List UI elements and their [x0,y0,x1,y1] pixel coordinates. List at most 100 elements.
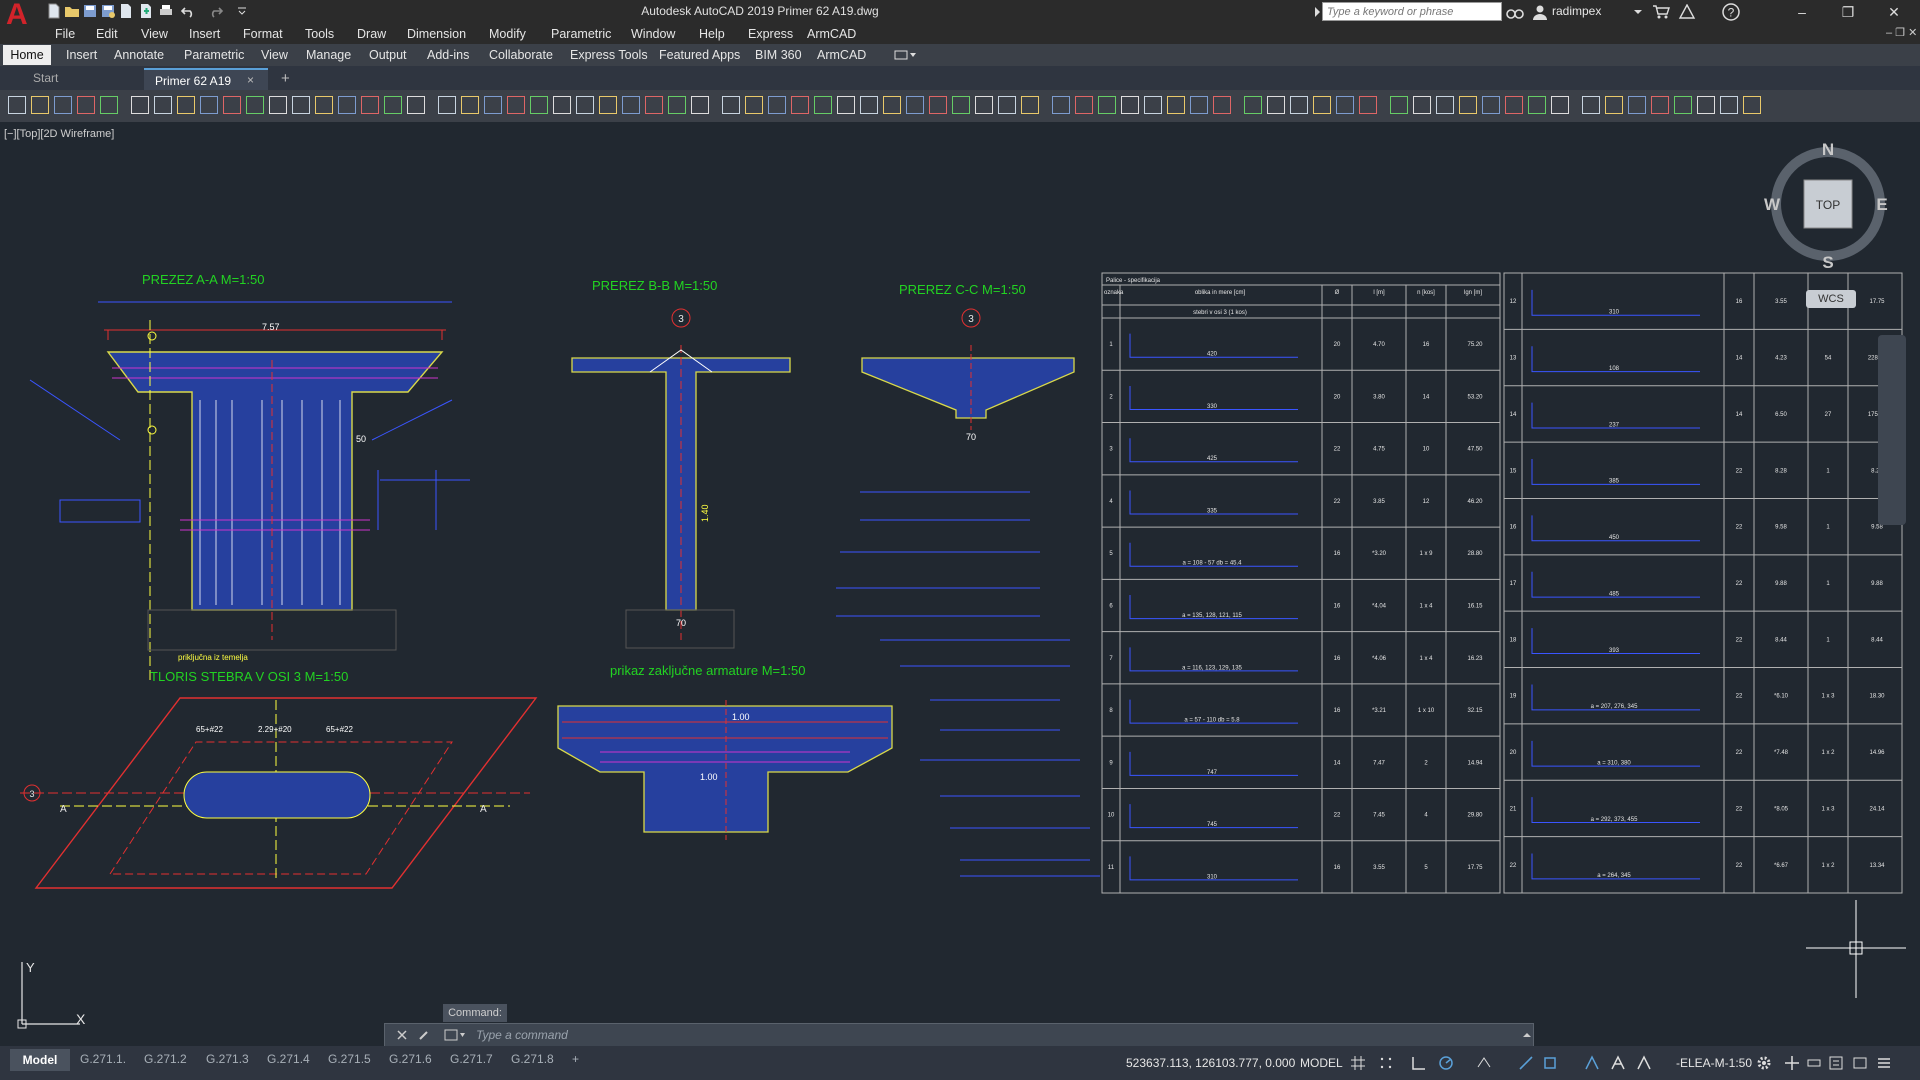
toolbar-tool-icon[interactable] [315,96,333,114]
user-icon[interactable] [1532,4,1548,20]
toolbar-tool-icon[interactable] [200,96,218,114]
toolbar-tool-icon[interactable] [1098,96,1116,114]
ribbon-minimize-icon[interactable] [894,49,918,61]
toolbar-tool-icon[interactable] [507,96,525,114]
undo-icon[interactable] [180,3,196,19]
ribbon-tab-output[interactable]: Output [369,48,407,62]
toolbar-tool-icon[interactable] [668,96,686,114]
close-command-line-icon[interactable] [396,1029,408,1041]
command-input[interactable]: Type a command [476,1028,568,1042]
toolbar-tool-icon[interactable] [1651,96,1669,114]
toolbar-tool-icon[interactable] [54,96,72,114]
toolbar-tool-icon[interactable] [407,96,425,114]
toolbar-tool-icon[interactable] [1190,96,1208,114]
expand-search-icon[interactable] [1312,5,1322,19]
toolbar-tool-icon[interactable] [269,96,287,114]
cart-icon[interactable] [1652,4,1670,20]
menu-help[interactable]: Help [699,27,725,41]
menu-express[interactable]: Express [748,27,793,41]
menu-edit[interactable]: Edit [96,27,118,41]
toolbar-tool-icon[interactable] [1167,96,1185,114]
ribbon-tab-express-tools[interactable]: Express Tools [570,48,648,62]
open-web-icon[interactable] [118,3,134,19]
menu-window[interactable]: Window [631,27,675,41]
plot-icon[interactable] [158,3,174,19]
clean-screen-icon[interactable] [1852,1055,1868,1071]
toolbar-tool-icon[interactable] [722,96,740,114]
layout-tab-g2717[interactable]: G.271.7 [450,1052,493,1066]
workspace-gear-icon[interactable] [1756,1055,1772,1071]
toolbar-tool-icon[interactable] [1605,96,1623,114]
object-snap-icon[interactable] [1542,1055,1558,1071]
toolbar-tool-icon[interactable] [154,96,172,114]
layout-tab-g2715[interactable]: G.271.5 [328,1052,371,1066]
toolbar-tool-icon[interactable] [177,96,195,114]
grid-icon[interactable] [1350,1055,1366,1071]
drawing-canvas[interactable]: PREZEZ A-A M=1:50 7.57 50 priključna iz … [0,122,1920,1046]
ribbon-tab-armcad[interactable]: ArmCAD [817,48,866,62]
annotation-visibility-icon[interactable] [1584,1055,1600,1071]
annotation-monitor-icon[interactable] [1784,1055,1800,1071]
menu-modify[interactable]: Modify [489,27,526,41]
redo-icon[interactable] [208,3,224,19]
toolbar-tool-icon[interactable] [1436,96,1454,114]
menu-armcad[interactable]: ArmCAD [807,27,856,41]
quick-properties-icon[interactable] [1828,1055,1844,1071]
isometric-icon[interactable] [1476,1055,1492,1071]
toolbar-tool-icon[interactable] [860,96,878,114]
toolbar-tool-icon[interactable] [998,96,1016,114]
a360-icon[interactable] [1678,4,1696,20]
toolbar-tool-icon[interactable] [100,96,118,114]
toolbar-tool-icon[interactable] [1743,96,1761,114]
toolbar-tool-icon[interactable] [31,96,49,114]
help-icon[interactable]: ? [1722,3,1740,21]
toolbar-tool-icon[interactable] [768,96,786,114]
ribbon-tab-view[interactable]: View [261,48,288,62]
toolbar-tool-icon[interactable] [837,96,855,114]
toolbar-tool-icon[interactable] [1336,96,1354,114]
toolbar-tool-icon[interactable] [1213,96,1231,114]
menu-file[interactable]: File [55,27,75,41]
toolbar-tool-icon[interactable] [1052,96,1070,114]
toolbar-tool-icon[interactable] [461,96,479,114]
document-window-controls[interactable]: – ❐ ✕ [1886,26,1917,39]
menu-tools[interactable]: Tools [305,27,334,41]
viewcube[interactable]: TOP N S E W [1758,140,1888,270]
menu-draw[interactable]: Draw [357,27,386,41]
toolbar-tool-icon[interactable] [292,96,310,114]
toolbar-tool-icon[interactable] [530,96,548,114]
toolbar-tool-icon[interactable] [645,96,663,114]
toolbar-tool-icon[interactable] [361,96,379,114]
open-icon[interactable] [64,3,80,19]
new-tab-button[interactable]: + [281,70,290,87]
ribbon-tab-manage[interactable]: Manage [306,48,351,62]
add-layout-button[interactable]: + [572,1052,579,1066]
toolbar-tool-icon[interactable] [484,96,502,114]
toolbar-tool-icon[interactable] [814,96,832,114]
new-icon[interactable] [46,3,62,19]
toolbar-tool-icon[interactable] [1582,96,1600,114]
minimize-button[interactable]: – [1782,2,1822,22]
toolbar-tool-icon[interactable] [553,96,571,114]
toolbar-tool-icon[interactable] [77,96,95,114]
toolbar-tool-icon[interactable] [1075,96,1093,114]
toolbar-tool-icon[interactable] [745,96,763,114]
toolbar-tool-icon[interactable] [883,96,901,114]
toolbar-tool-icon[interactable] [8,96,26,114]
ribbon-tab-collaborate[interactable]: Collaborate [489,48,553,62]
annotation-scale-value[interactable]: -ELEA-M-1:50 [1676,1056,1752,1070]
wcs-menu[interactable]: WCS [1806,290,1856,308]
toolbar-tool-icon[interactable] [1674,96,1692,114]
binoculars-icon[interactable] [1506,4,1524,20]
toolbar-tool-icon[interactable] [952,96,970,114]
navigation-bar[interactable] [1878,335,1906,525]
tab-drawing-file[interactable]: Primer 62 A19 × [144,68,268,90]
annotation-scale-icon[interactable] [1636,1055,1652,1071]
ribbon-tab-annotate[interactable]: Annotate [114,48,164,62]
ribbon-tab-home[interactable]: Home [3,45,51,65]
customize-command-icon[interactable] [418,1029,430,1041]
layout-tab-g2711[interactable]: G.271.1. [80,1052,126,1066]
toolbar-tool-icon[interactable] [1482,96,1500,114]
ribbon-tab-add-ins[interactable]: Add-ins [427,48,469,62]
menu-view[interactable]: View [141,27,168,41]
